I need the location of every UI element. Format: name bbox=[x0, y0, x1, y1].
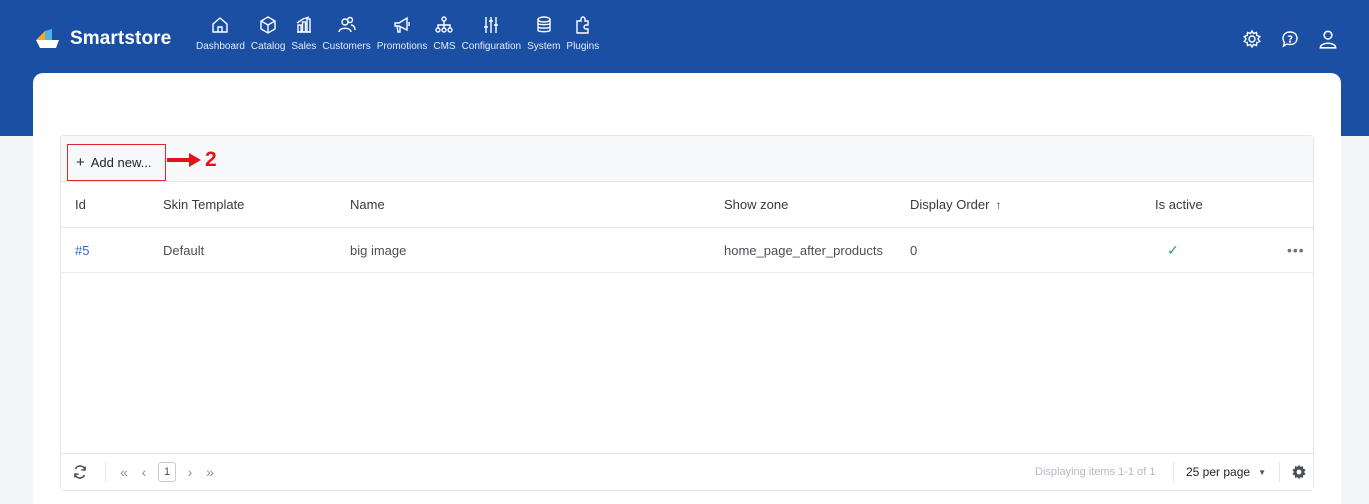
column-header-display-order-label: Display Order bbox=[910, 197, 990, 212]
data-grid: + Add new... 2 Id Skin Template Name Sho… bbox=[60, 135, 1314, 491]
home-icon bbox=[209, 14, 231, 36]
box-icon bbox=[257, 14, 279, 36]
nav-item-cms[interactable]: CMS bbox=[430, 12, 458, 64]
user-icon[interactable] bbox=[1317, 28, 1339, 50]
add-new-label: Add new... bbox=[90, 155, 152, 170]
database-icon bbox=[533, 14, 555, 36]
puzzle-icon bbox=[572, 14, 594, 36]
nav-item-customers[interactable]: Customers bbox=[319, 12, 373, 64]
settings-icon[interactable] bbox=[1241, 28, 1263, 50]
top-actions bbox=[1241, 28, 1339, 50]
row-is-active: ✓ bbox=[1155, 228, 1179, 272]
row-display-order: 0 bbox=[910, 242, 918, 258]
sliders-icon bbox=[480, 14, 502, 36]
users-icon bbox=[336, 14, 358, 36]
column-header-id[interactable]: Id bbox=[75, 182, 86, 227]
nav-item-catalog[interactable]: Catalog bbox=[248, 12, 288, 64]
add-new-button[interactable]: + Add new... bbox=[67, 144, 166, 181]
nav-item-plugins[interactable]: Plugins bbox=[563, 12, 602, 64]
nav-item-system[interactable]: System bbox=[524, 12, 563, 64]
grid-toolbar: + Add new... 2 bbox=[61, 136, 1313, 182]
bar-chart-icon bbox=[293, 14, 315, 36]
brand-name: Smartstore bbox=[70, 28, 172, 49]
first-page-icon[interactable]: « bbox=[114, 464, 134, 480]
footer-divider bbox=[1173, 462, 1174, 483]
more-horizontal-icon: ••• bbox=[1287, 242, 1305, 258]
footer-divider bbox=[1279, 462, 1280, 483]
nav-item-dashboard[interactable]: Dashboard bbox=[193, 12, 248, 64]
row-skin-template: Default bbox=[163, 242, 205, 258]
refresh-icon[interactable] bbox=[71, 463, 89, 481]
plus-icon: + bbox=[76, 154, 85, 171]
row-id-link[interactable]: #5 bbox=[75, 228, 89, 272]
sort-ascending-icon: ↑ bbox=[995, 197, 1002, 212]
column-header-name[interactable]: Name bbox=[350, 182, 385, 227]
nav-item-sales[interactable]: Sales bbox=[288, 12, 319, 64]
annotation-marker: 2 bbox=[167, 148, 217, 172]
brand[interactable]: Smartstore bbox=[34, 27, 171, 51]
last-page-icon[interactable]: » bbox=[200, 464, 220, 480]
column-header-is-active[interactable]: Is active bbox=[1155, 182, 1203, 227]
main-nav: Dashboard Catalog Sales Customers Promot… bbox=[193, 12, 602, 64]
previous-page-icon[interactable]: ‹ bbox=[134, 464, 154, 480]
annotation-arrow-icon bbox=[167, 153, 201, 167]
table-row[interactable]: #5 Default big image home_page_after_pro… bbox=[61, 228, 1313, 273]
per-page-select[interactable]: 25 per page ▼ bbox=[1186, 454, 1266, 490]
row-name: big image bbox=[350, 242, 407, 258]
table-header: Id Skin Template Name Show zone Display … bbox=[61, 182, 1313, 228]
help-icon[interactable] bbox=[1279, 28, 1301, 50]
column-header-show-zone[interactable]: Show zone bbox=[724, 182, 788, 227]
brand-logo bbox=[34, 27, 61, 51]
caret-down-icon: ▼ bbox=[1258, 467, 1266, 477]
column-header-skin-template[interactable]: Skin Template bbox=[163, 182, 244, 227]
pager-divider bbox=[105, 462, 106, 482]
pager: « ‹ 1 › » bbox=[71, 454, 220, 490]
column-header-display-order[interactable]: Display Order ↑ bbox=[910, 182, 1001, 227]
paging-info: Displaying items 1-1 of 1 bbox=[1035, 466, 1156, 478]
grid-settings-icon[interactable] bbox=[1291, 464, 1307, 480]
megaphone-icon bbox=[391, 14, 413, 36]
sitemap-icon bbox=[433, 14, 455, 36]
row-show-zone: home_page_after_products bbox=[724, 242, 884, 258]
checkmark-icon: ✓ bbox=[1167, 241, 1179, 258]
next-page-icon[interactable]: › bbox=[180, 464, 200, 480]
nav-item-configuration[interactable]: Configuration bbox=[459, 12, 524, 64]
current-page-button[interactable]: 1 bbox=[158, 462, 176, 482]
row-actions-menu[interactable]: ••• bbox=[1287, 228, 1305, 272]
nav-item-promotions[interactable]: Promotions bbox=[374, 12, 431, 64]
per-page-label: 25 per page bbox=[1186, 465, 1251, 479]
grid-footer: « ‹ 1 › » Displaying items 1-1 of 1 25 p… bbox=[61, 453, 1313, 490]
annotation-number: 2 bbox=[205, 148, 217, 171]
